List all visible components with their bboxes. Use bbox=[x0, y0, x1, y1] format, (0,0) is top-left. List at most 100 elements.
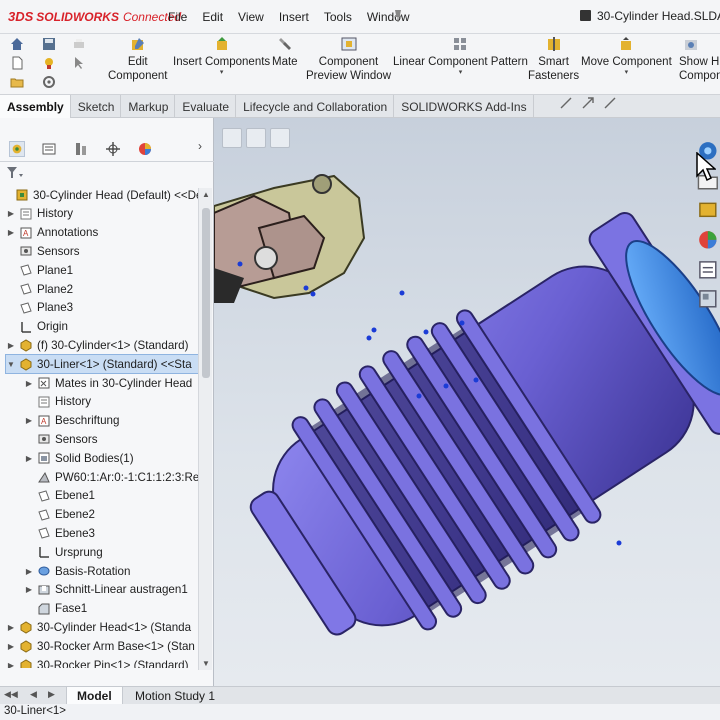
tree-expander-icon[interactable]: ▶ bbox=[24, 416, 34, 425]
edit-component-button[interactable]: Edit Component bbox=[108, 36, 167, 83]
menu-view[interactable]: View bbox=[238, 10, 264, 24]
save-document-icon[interactable] bbox=[42, 37, 56, 51]
tree-item[interactable]: ▶ 30-Rocker Pin<1> (Standard) bbox=[6, 656, 188, 668]
tree-item[interactable]: Ebene1 bbox=[24, 487, 95, 505]
tree-item[interactable]: Sensors bbox=[6, 242, 80, 260]
scroll-up-icon[interactable]: ▲ bbox=[202, 190, 210, 199]
tree-item[interactable]: Fase1 bbox=[24, 600, 87, 618]
tree-item[interactable]: History bbox=[24, 393, 91, 411]
smart-fasteners-button[interactable]: Smart Fasteners bbox=[528, 36, 579, 83]
tree-item[interactable]: Ebene3 bbox=[24, 524, 95, 542]
open-icon[interactable] bbox=[10, 75, 24, 89]
tree-item[interactable]: Plane2 bbox=[6, 280, 73, 298]
featuremanager-tab-icon[interactable] bbox=[9, 141, 25, 157]
tree-item[interactable]: ▶ A Beschriftung bbox=[24, 412, 120, 430]
show-hidden-components-button[interactable]: Show Hi Compon bbox=[679, 36, 720, 83]
tab-nav-next-icon[interactable]: ▶ bbox=[48, 689, 55, 700]
save-icon[interactable] bbox=[580, 10, 591, 21]
mates-icon bbox=[38, 377, 50, 389]
menu-insert[interactable]: Insert bbox=[279, 10, 309, 24]
design-library-icon[interactable] bbox=[697, 199, 719, 221]
options-icon[interactable] bbox=[42, 75, 56, 89]
tree-item[interactable]: ▶ A Annotations bbox=[6, 224, 98, 242]
tree-expander-icon[interactable]: ▶ bbox=[6, 209, 16, 218]
scroll-down-icon[interactable]: ▼ bbox=[202, 659, 210, 668]
menu-tools[interactable]: Tools bbox=[324, 10, 352, 24]
tab-motion-study-1[interactable]: Motion Study 1 bbox=[125, 687, 225, 705]
tree-item[interactable]: ▶ (f) 30-Cylinder<1> (Standard) bbox=[6, 336, 188, 354]
tree-root-assembly[interactable]: 30-Cylinder Head (Default) <<De bbox=[2, 186, 198, 204]
tree-item[interactable]: Plane1 bbox=[6, 261, 73, 279]
menu-file[interactable]: File bbox=[168, 10, 187, 24]
new-document-icon[interactable] bbox=[10, 56, 24, 70]
dimxpert-tab-icon[interactable] bbox=[105, 141, 121, 157]
tree-item[interactable]: PW60:1:Ar:0:-1:C1:1:2:3:Re:2 bbox=[24, 468, 198, 486]
tree-expander-icon[interactable]: ▶ bbox=[24, 454, 34, 463]
tab-assembly[interactable]: Assembly bbox=[0, 95, 71, 118]
component-preview-window-button[interactable]: Component Preview Window bbox=[306, 36, 391, 83]
solidworks-logo[interactable]: 3DS SOLIDWORKS Connected bbox=[8, 9, 181, 24]
tree-item[interactable]: ▼ 30-Liner<1> (Standard) <<Sta bbox=[5, 354, 198, 375]
configurationmanager-tab-icon[interactable] bbox=[73, 141, 89, 157]
tree-item[interactable]: Plane3 bbox=[6, 299, 73, 317]
tree-item[interactable]: ▶ Basis-Rotation bbox=[24, 562, 130, 580]
tab-nav-prev-icon[interactable]: ◀ bbox=[30, 689, 37, 700]
tree-expander-icon[interactable]: ▶ bbox=[24, 379, 34, 388]
menu-edit[interactable]: Edit bbox=[202, 10, 223, 24]
tab-evaluate[interactable]: Evaluate bbox=[175, 95, 237, 118]
tab-solidworks-add-ins[interactable]: SOLIDWORKS Add-Ins bbox=[394, 95, 534, 118]
mate-button[interactable]: Mate bbox=[272, 36, 298, 69]
tree-expander-icon[interactable]: ▶ bbox=[6, 341, 16, 350]
tab-model[interactable]: Model bbox=[66, 687, 123, 705]
zoom-to-fit-icon[interactable] bbox=[560, 96, 572, 110]
tree-item[interactable]: Ursprung bbox=[24, 543, 103, 561]
propertymanager-tab-icon[interactable] bbox=[41, 141, 57, 157]
tree-scrollbar[interactable]: ▲ ▼ bbox=[198, 188, 212, 670]
display-manager-tab-icon[interactable] bbox=[137, 141, 153, 157]
tree-item[interactable]: Sensors bbox=[24, 430, 98, 448]
tree-item[interactable]: ▶ Solid Bodies(1) bbox=[24, 449, 134, 467]
tree-item[interactable]: Origin bbox=[6, 318, 68, 336]
tree-expander-icon[interactable]: ▶ bbox=[6, 623, 16, 632]
tree-expander-icon[interactable]: ▼ bbox=[6, 360, 16, 369]
tree-item[interactable]: Ebene2 bbox=[24, 506, 95, 524]
tree-item[interactable]: ▶ 30-Cylinder Head<1> (Standa bbox=[6, 618, 191, 636]
cylinder-assembly-model[interactable] bbox=[214, 118, 720, 686]
linear-component-pattern-button[interactable]: Linear Component Pattern ▾ bbox=[393, 36, 528, 76]
tab-sketch[interactable]: Sketch bbox=[71, 95, 122, 118]
tree-expander-icon[interactable]: ▶ bbox=[24, 567, 34, 576]
panel-tabs-scroll-right-icon[interactable]: › bbox=[198, 139, 202, 153]
tab-lifecycle-collaboration[interactable]: Lifecycle and Collaboration bbox=[236, 95, 395, 118]
insert-components-dropdown-icon[interactable]: ▾ bbox=[173, 69, 270, 76]
previous-view-icon[interactable] bbox=[604, 96, 616, 110]
linear-pattern-dropdown-icon[interactable]: ▾ bbox=[393, 69, 528, 76]
view-palette-icon[interactable] bbox=[697, 288, 719, 310]
rocker-arm-assembly[interactable] bbox=[214, 174, 366, 303]
tree-item[interactable]: ▶ Mates in 30-Cylinder Head bbox=[24, 374, 192, 392]
tree-expander-icon[interactable]: ▶ bbox=[6, 661, 16, 669]
tree-expander-icon[interactable]: ▶ bbox=[6, 642, 16, 651]
tree-scrollbar-thumb[interactable] bbox=[202, 208, 210, 378]
tree-expander-icon[interactable]: ▶ bbox=[24, 585, 34, 594]
move-component-dropdown-icon[interactable]: ▾ bbox=[581, 69, 672, 76]
zoom-area-icon[interactable] bbox=[582, 96, 594, 110]
tab-markup[interactable]: Markup bbox=[121, 95, 176, 118]
rebuild-icon[interactable] bbox=[42, 56, 56, 70]
graphics-area[interactable] bbox=[214, 118, 720, 686]
appearances-icon[interactable] bbox=[697, 229, 719, 251]
filter-icon[interactable] bbox=[6, 166, 26, 180]
print-icon[interactable] bbox=[72, 37, 86, 51]
annotations-icon: A bbox=[20, 227, 32, 239]
move-component-label: Move Component bbox=[581, 56, 672, 68]
tree-item[interactable]: ▶ Schnitt-Linear austragen1 bbox=[24, 581, 188, 599]
tree-item[interactable]: ▶ History bbox=[6, 205, 73, 223]
home-icon[interactable] bbox=[10, 37, 24, 51]
insert-components-button[interactable]: Insert Components ▾ bbox=[173, 36, 270, 76]
move-component-button[interactable]: Move Component ▾ bbox=[581, 36, 672, 76]
select-icon[interactable] bbox=[72, 56, 86, 70]
custom-properties-icon[interactable] bbox=[697, 259, 719, 281]
tree-item[interactable]: ▶ 30-Rocker Arm Base<1> (Stan bbox=[6, 637, 195, 655]
pin-menu-icon[interactable] bbox=[392, 9, 404, 23]
tab-nav-first-icon[interactable]: ◀◀ bbox=[4, 689, 18, 700]
tree-expander-icon[interactable]: ▶ bbox=[6, 228, 16, 237]
